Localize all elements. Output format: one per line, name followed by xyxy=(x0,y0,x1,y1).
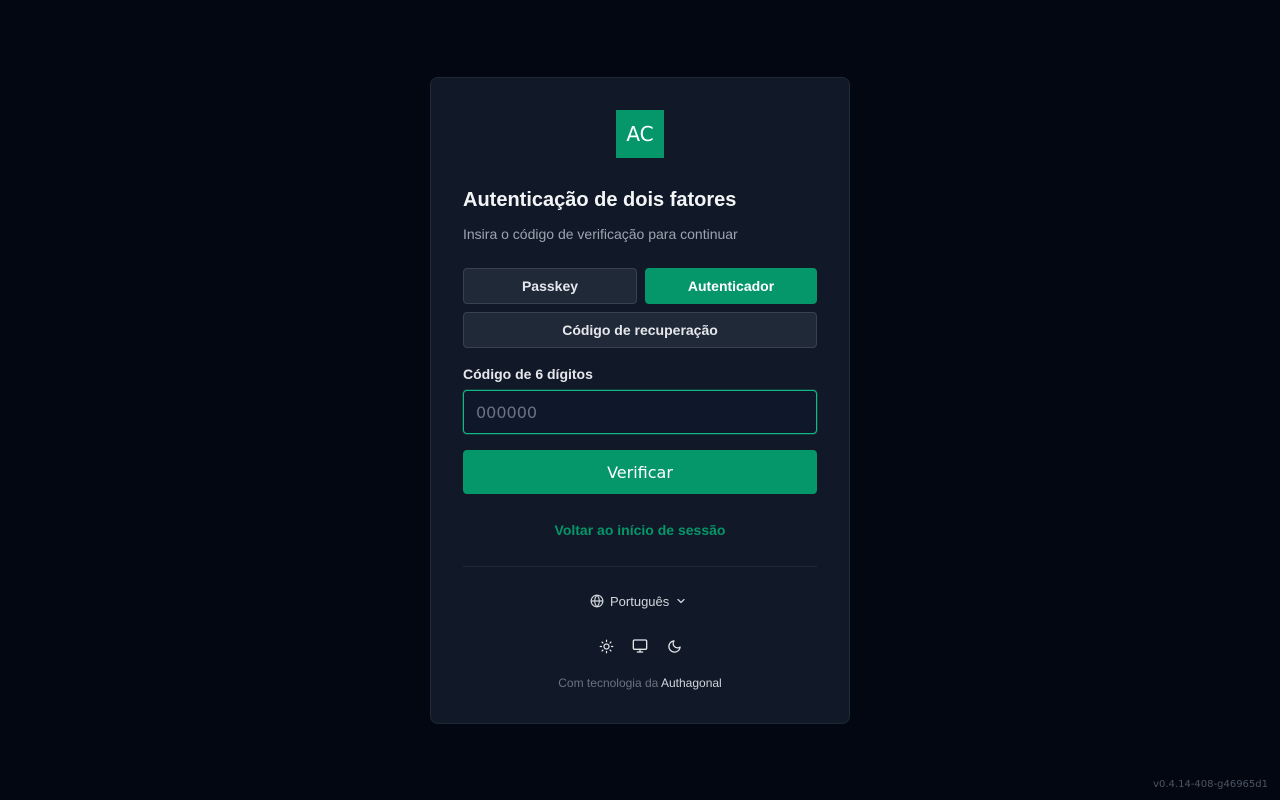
tab-recovery-code[interactable]: Código de recuperação xyxy=(463,312,817,348)
language-selector[interactable]: Português xyxy=(590,592,687,610)
powered-by: Com tecnologia da Authagonal xyxy=(431,676,849,690)
moon-icon xyxy=(667,639,681,653)
divider xyxy=(463,566,817,567)
language-label: Português xyxy=(610,593,670,609)
powered-by-brand: Authagonal xyxy=(661,676,722,690)
chevron-down-icon xyxy=(677,598,685,604)
globe-icon xyxy=(590,594,604,608)
tab-authenticator[interactable]: Autenticador xyxy=(645,268,817,304)
monitor-icon xyxy=(632,639,648,653)
app-logo: AC xyxy=(616,110,664,158)
verify-button[interactable]: Verificar xyxy=(463,450,817,494)
page-subtitle: Insira o código de verificação para cont… xyxy=(463,226,738,242)
theme-system-button[interactable] xyxy=(632,638,648,654)
code-field-label: Código de 6 dígitos xyxy=(463,366,593,382)
theme-light-button[interactable] xyxy=(598,638,614,654)
back-to-login-link[interactable]: Voltar ao início de sessão xyxy=(431,522,849,538)
login-card: AC Autenticação de dois fatores Insira o… xyxy=(430,77,850,724)
page-title: Autenticação de dois fatores xyxy=(463,189,737,211)
tab-passkey[interactable]: Passkey xyxy=(463,268,637,304)
code-input[interactable] xyxy=(463,390,817,434)
theme-dark-button[interactable] xyxy=(666,638,682,654)
version-label: v0.4.14-408-g46965d1 xyxy=(1153,779,1268,790)
sun-icon xyxy=(599,639,613,653)
powered-by-prefix: Com tecnologia da xyxy=(558,676,659,690)
theme-switcher xyxy=(431,638,849,654)
